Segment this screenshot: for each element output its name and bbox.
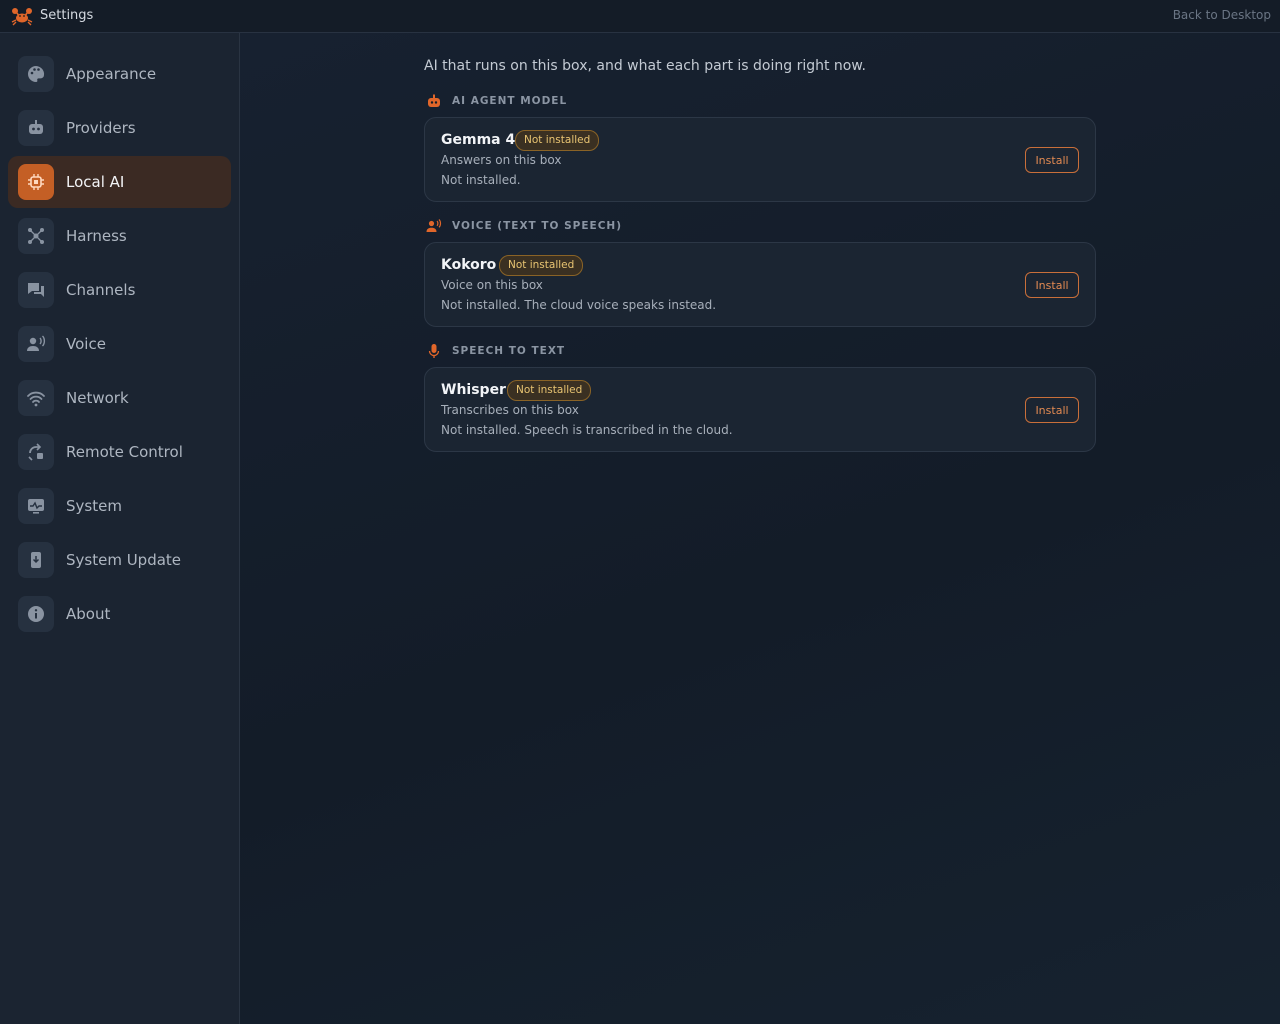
model-subtitle: Answers on this box	[441, 153, 562, 167]
section-header-speech-to-text: SPEECH TO TEXT	[426, 343, 565, 359]
sidebar-item-network[interactable]: Network	[8, 372, 231, 424]
section-title: SPEECH TO TEXT	[452, 345, 566, 357]
palette-icon	[18, 56, 54, 92]
sidebar-item-appearance[interactable]: Appearance	[8, 48, 231, 100]
sidebar-item-label: Harness	[66, 227, 127, 245]
section-header-voice: VOICE (TEXT TO SPEECH)	[426, 218, 622, 234]
sidebar-item-providers[interactable]: Providers	[8, 102, 231, 154]
info-icon	[18, 596, 54, 632]
settings-sidebar: Appearance Providers Local AI Harness Ch…	[0, 33, 240, 1024]
model-name: Kokoro	[441, 257, 497, 273]
sidebar-item-label: System	[66, 497, 122, 515]
robot-icon	[18, 110, 54, 146]
model-status: Not installed. Speech is transcribed in …	[441, 423, 733, 437]
model-subtitle: Voice on this box	[441, 278, 543, 292]
install-button[interactable]: Install	[1025, 272, 1079, 298]
back-to-desktop-link[interactable]: Back to Desktop	[1173, 8, 1271, 22]
robot-icon	[428, 94, 440, 107]
section-title: VOICE (TEXT TO SPEECH)	[452, 220, 622, 232]
remote-icon	[18, 434, 54, 470]
model-status: Not installed.	[441, 173, 521, 187]
section-header-ai-agent-model: AI AGENT MODEL	[426, 93, 567, 109]
sidebar-item-label: About	[66, 605, 111, 623]
model-name: Gemma 4	[441, 132, 516, 148]
sidebar-item-remote-control[interactable]: Remote Control	[8, 426, 231, 478]
sidebar-item-label: Network	[66, 389, 129, 407]
local-ai-panel: AI that runs on this box, and what each …	[240, 33, 1280, 1024]
model-subtitle: Transcribes on this box	[441, 403, 579, 417]
model-card-gemma: Gemma 4 Not installed Answers on this bo…	[424, 117, 1096, 202]
sidebar-item-system[interactable]: System	[8, 480, 231, 532]
hub-icon	[18, 218, 54, 254]
model-status: Not installed. The cloud voice speaks in…	[441, 298, 717, 312]
install-button[interactable]: Install	[1025, 397, 1079, 423]
sidebar-item-voice[interactable]: Voice	[8, 318, 231, 370]
sidebar-item-label: Providers	[66, 119, 136, 137]
model-card-kokoro: Kokoro Not installed Voice on this box N…	[424, 242, 1096, 327]
update-icon	[18, 542, 54, 578]
status-badge: Not installed	[499, 255, 584, 276]
sidebar-item-harness[interactable]: Harness	[8, 210, 231, 262]
voice-icon	[426, 219, 442, 232]
crab-logo-icon	[11, 8, 33, 26]
sidebar-item-channels[interactable]: Channels	[8, 264, 231, 316]
window-title: Settings	[40, 8, 94, 23]
title-bar: Settings Back to Desktop	[0, 0, 1280, 33]
sidebar-item-system-update[interactable]: System Update	[8, 534, 231, 586]
monitor-icon	[18, 488, 54, 524]
model-card-whisper: Whisper Not installed Transcribes on thi…	[424, 367, 1096, 452]
sidebar-item-label: Channels	[66, 281, 136, 299]
status-badge: Not installed	[507, 380, 592, 401]
chat-icon	[18, 272, 54, 308]
sidebar-item-label: Local AI	[66, 173, 125, 191]
chip-icon	[18, 164, 54, 200]
voice-icon	[18, 326, 54, 362]
model-name: Whisper	[441, 382, 506, 398]
status-badge: Not installed	[515, 130, 600, 151]
wifi-icon	[18, 380, 54, 416]
page-intro: AI that runs on this box, and what each …	[424, 58, 866, 74]
sidebar-item-local-ai[interactable]: Local AI	[8, 156, 231, 208]
section-title: AI AGENT MODEL	[452, 95, 568, 107]
sidebar-item-label: System Update	[66, 551, 182, 569]
sidebar-item-label: Appearance	[66, 65, 157, 83]
install-button[interactable]: Install	[1025, 147, 1079, 173]
sidebar-item-about[interactable]: About	[8, 588, 231, 640]
sidebar-item-label: Remote Control	[66, 443, 183, 461]
microphone-icon	[428, 344, 440, 358]
sidebar-item-label: Voice	[66, 335, 106, 353]
